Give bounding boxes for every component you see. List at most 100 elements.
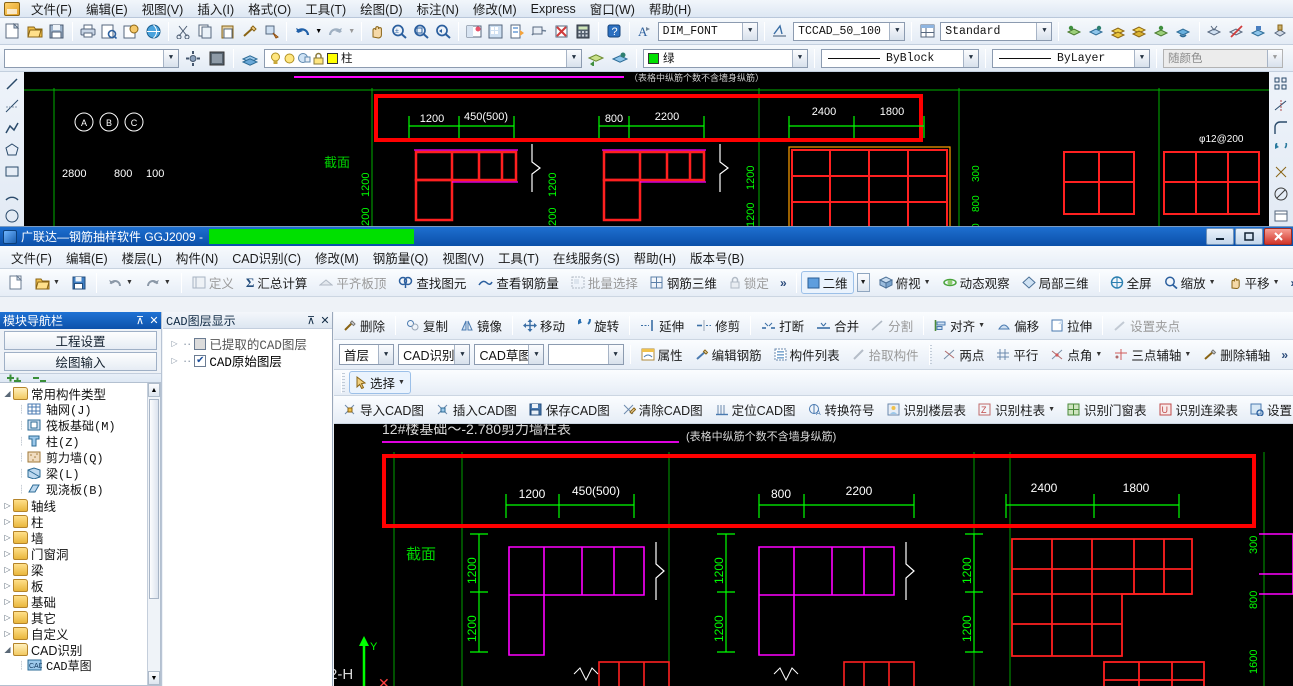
ggj-menu-file[interactable]: 文件(F) <box>4 246 59 269</box>
fillet-icon[interactable] <box>1271 118 1291 138</box>
scroll-up-arrow-icon[interactable]: ▲ <box>148 383 160 397</box>
chevron-down-icon[interactable]: ▼ <box>856 273 870 292</box>
ggj-menu-component[interactable]: 构件(N) <box>169 246 225 269</box>
chevron-right-icon[interactable]: ▷ <box>2 597 13 606</box>
globe-icon[interactable] <box>143 20 163 42</box>
plot-preview-icon[interactable] <box>99 20 119 42</box>
ggj-menu-online-service[interactable]: 在线服务(S) <box>546 246 627 269</box>
ggj-drawing-canvas[interactable]: 12#楼基础～-2.780剪力墙柱表 (表格中纵筋个数不含墙身纵筋) 1200 … <box>334 424 1293 686</box>
chevron-down-icon[interactable]: ▼ <box>454 345 470 364</box>
acad-menu-file[interactable]: 文件(F) <box>24 0 79 19</box>
recognize-coupling-beam-table-button[interactable]: U 识别连梁表 <box>1153 398 1245 421</box>
layer-tool-2-icon[interactable] <box>1086 20 1106 42</box>
acad-menu-insert[interactable]: 插入(I) <box>190 0 241 19</box>
close-button[interactable] <box>1264 228 1292 245</box>
tree-item[interactable]: ┊ 剪力墙(Q) <box>2 449 160 466</box>
array-icon[interactable] <box>1271 74 1291 94</box>
acad-menu-express[interactable]: Express <box>524 1 583 17</box>
chevron-down-icon[interactable]: ▼ <box>126 279 133 286</box>
designcenter-icon[interactable] <box>486 20 506 42</box>
chevron-right-icon[interactable]: ▷ <box>2 629 13 638</box>
chevron-down-icon[interactable]: ▼ <box>566 49 581 67</box>
tree-item[interactable]: ┊ 梁(L) <box>2 465 160 482</box>
acad-menu-window[interactable]: 窗口(W) <box>583 0 642 19</box>
layer-tool-3-icon[interactable] <box>1108 20 1128 42</box>
toolbar-overflow-chevron[interactable]: » <box>775 276 792 290</box>
pin-icon[interactable]: ⊼ <box>304 314 318 327</box>
acad-menu-dimension[interactable]: 标注(N) <box>410 0 466 19</box>
edit-rebar-button[interactable]: 编辑钢筋 <box>689 343 768 366</box>
chevron-down-icon[interactable]: ▼ <box>1267 49 1282 67</box>
ggj-menu-cad-recognize[interactable]: CAD识别(C) <box>225 246 308 269</box>
scroll-down-arrow-icon[interactable]: ▼ <box>148 671 160 685</box>
properties-panel-icon[interactable] <box>1271 206 1291 226</box>
toolbar-grip[interactable] <box>928 344 933 365</box>
acad-menu-modify[interactable]: 修改(M) <box>466 0 524 19</box>
chevron-right-icon[interactable]: ▷ <box>169 356 180 365</box>
pin-icon[interactable]: ⊼ <box>133 314 147 327</box>
save-icon[interactable] <box>47 20 67 42</box>
component-tree[interactable]: ◢ 常用构件类型 ┊ 轴网(J) ┊ 筏板基础(M) ┊ 柱(Z) ┊ 剪力墙(Q) ┊ 梁(L) ┊ 现… <box>0 382 161 686</box>
move-button[interactable]: 移动 <box>517 314 571 337</box>
help-icon[interactable]: ? <box>604 20 624 42</box>
pick-component-button[interactable]: 拾取构件 <box>846 343 925 366</box>
toolbar-grip[interactable] <box>341 372 345 393</box>
chevron-down-icon[interactable]: ▼ <box>1134 49 1149 67</box>
layer-properties-manager-icon[interactable] <box>182 47 204 69</box>
paste-icon[interactable] <box>218 20 238 42</box>
tree-item[interactable]: ◢ CAD识别 <box>2 641 160 658</box>
maximize-button[interactable] <box>1235 228 1263 245</box>
make-object-layer-current-icon[interactable] <box>239 47 261 69</box>
chevron-down-icon[interactable]: ▼ <box>53 279 60 286</box>
tree-item[interactable]: ▷ 柱 <box>2 513 160 530</box>
view-rebar-quantity-button[interactable]: 查看钢筋量 <box>472 271 565 294</box>
tree-item[interactable]: ▷ 板 <box>2 577 160 594</box>
explode-icon[interactable] <box>1271 162 1291 182</box>
layer-combo[interactable]: 柱 ▼ <box>264 48 582 68</box>
markup-icon[interactable] <box>551 20 571 42</box>
chevron-right-icon[interactable]: ▷ <box>2 565 13 574</box>
layer-tool-4-icon[interactable] <box>1130 20 1150 42</box>
lineweight-combo[interactable]: ByLayer ▼ <box>992 48 1150 68</box>
chevron-down-icon[interactable]: ▼ <box>924 279 931 286</box>
project-settings-button[interactable]: 工程设置 <box>4 331 157 350</box>
mirror-button[interactable]: 镜像 <box>454 314 508 337</box>
acad-menu-draw[interactable]: 绘图(D) <box>353 0 409 19</box>
ggj-menu-tools[interactable]: 工具(T) <box>491 246 546 269</box>
chevron-down-icon[interactable]: ◢ <box>2 389 13 398</box>
chevron-down-icon[interactable]: ▼ <box>1273 279 1280 286</box>
summary-calc-button[interactable]: Σ 汇总计算 <box>240 271 314 294</box>
tree-item[interactable]: ▷ 门窗洞 <box>2 545 160 562</box>
toolbar-overflow-chevron-2[interactable]: » <box>1286 276 1293 290</box>
tree-item[interactable]: ▷ 墙 <box>2 529 160 546</box>
publish-icon[interactable] <box>121 20 141 42</box>
component-combo[interactable]: CAD草图 ▼ <box>474 344 545 365</box>
polygon-icon[interactable] <box>2 140 22 160</box>
chevron-down-icon[interactable]: ▼ <box>978 322 985 329</box>
2d-view-dropdown[interactable]: ▼ <box>854 271 873 294</box>
chevron-down-icon[interactable]: ▼ <box>607 345 623 364</box>
ggj-menu-rebar-quantity[interactable]: 钢筋量(Q) <box>366 246 436 269</box>
chevron-down-icon[interactable]: ▼ <box>1209 279 1216 286</box>
table-style-combo[interactable]: Standard ▼ <box>940 21 1053 41</box>
calculator-icon[interactable] <box>573 20 593 42</box>
undo-dropdown-icon[interactable]: ▼ <box>314 20 323 42</box>
zoom-window-icon[interactable] <box>411 20 431 42</box>
2d-view-button[interactable]: 二维 <box>800 271 854 294</box>
new-project-button[interactable] <box>3 271 29 294</box>
select-button[interactable]: 选择 ▼ <box>349 371 411 394</box>
cad-layer-item-extracted[interactable]: ▷ ·· 已提取的CAD图层 <box>169 335 332 354</box>
acad-menu-tools[interactable]: 工具(T) <box>298 0 353 19</box>
checkbox-unchecked-icon[interactable] <box>194 337 207 350</box>
chevron-right-icon[interactable]: ▷ <box>2 581 13 590</box>
chevron-right-icon[interactable]: ▷ <box>2 613 13 622</box>
open-file-icon[interactable] <box>25 20 45 42</box>
circle-icon[interactable] <box>2 206 22 226</box>
chevron-down-icon[interactable]: ▼ <box>1048 406 1055 413</box>
align-button[interactable]: 对齐 ▼ <box>928 314 991 337</box>
cut-icon[interactable] <box>174 20 194 42</box>
fullscreen-button[interactable]: 全屏 <box>1104 271 1158 294</box>
plot-icon[interactable] <box>78 20 98 42</box>
three-point-axis-button[interactable]: 三点辅轴 ▼ <box>1108 343 1197 366</box>
acad-menu-edit[interactable]: 编辑(E) <box>79 0 135 19</box>
